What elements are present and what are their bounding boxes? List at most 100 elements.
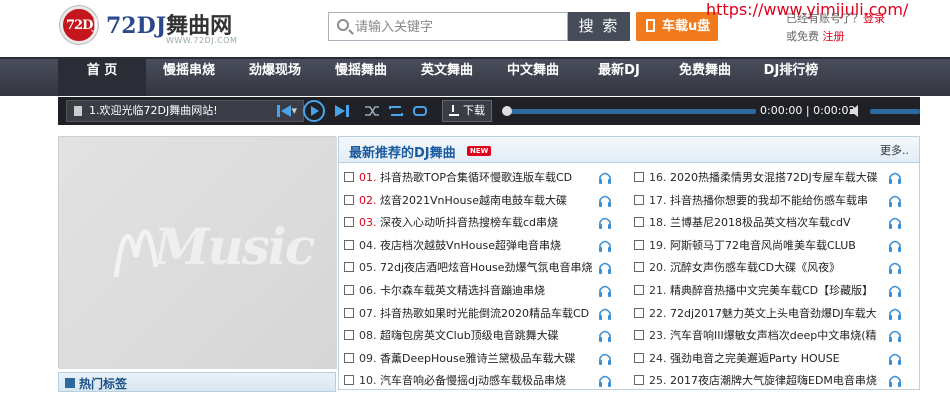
headphone-icon[interactable] (888, 171, 902, 184)
register-link[interactable]: 注册 (823, 30, 845, 43)
track-title[interactable]: 25. 2017夜店潮牌大气旋律超嗨EDM电音串烧 (649, 371, 889, 391)
track-checkbox[interactable] (634, 352, 644, 363)
login-link[interactable]: 登录 (863, 12, 885, 25)
featured-image[interactable]: Music (58, 136, 337, 369)
track-checkbox[interactable] (344, 194, 354, 205)
track-checkbox[interactable] (344, 352, 354, 363)
search-button[interactable]: 搜 索 (568, 12, 630, 41)
headphone-icon[interactable] (598, 307, 612, 320)
track-row[interactable]: 24. 强劲电音之完美邂逅Party HOUSE (629, 348, 919, 370)
nav-item-ranking[interactable]: DJ排行榜 (748, 59, 834, 96)
nav-item-slow-mix[interactable]: 慢摇串烧 (146, 59, 232, 96)
track-row[interactable]: 05. 72dj夜店酒吧炫音House劲爆气氛电音串烧 (339, 257, 629, 279)
track-title[interactable]: 03. 深夜入心动听抖音热搜榜车载cd串烧 (359, 213, 599, 233)
headphone-icon[interactable] (888, 194, 902, 207)
nav-item-free[interactable]: 免费舞曲 (662, 59, 748, 96)
track-checkbox[interactable] (344, 217, 354, 228)
track-row[interactable]: 08. 超嗨包房英文Club顶级电音跳舞大碟 (339, 325, 629, 347)
headphone-icon[interactable] (888, 352, 902, 365)
track-title[interactable]: 09. 香薰DeepHouse雅诗兰黛极品车载大碟 (359, 349, 599, 369)
track-title[interactable]: 08. 超嗨包房英文Club顶级电音跳舞大碟 (359, 326, 599, 346)
track-checkbox[interactable] (344, 375, 354, 386)
headphone-icon[interactable] (888, 329, 902, 343)
track-row[interactable]: 19. 阿斯顿马丁72电音风尚唯美车载CLUB (629, 235, 919, 257)
more-link[interactable]: 更多.. (880, 142, 909, 158)
track-title[interactable]: 05. 72dj夜店酒吧炫音House劲爆气氛电音串烧 (359, 258, 599, 278)
track-checkbox[interactable] (634, 194, 644, 205)
headphone-icon[interactable] (598, 261, 612, 275)
headphone-icon[interactable] (598, 284, 612, 297)
shuffle-icon[interactable] (362, 101, 382, 121)
track-checkbox[interactable] (344, 262, 354, 273)
headphone-icon[interactable] (888, 284, 902, 297)
site-logo[interactable]: 72DJ 72DJ舞曲网 WWW.72DJ.COM (60, 6, 240, 46)
nav-item-latest[interactable]: 最新DJ (576, 59, 662, 96)
track-row[interactable]: 17. 抖音热播你想要的我却不能给伤感车载串 (629, 190, 919, 212)
track-checkbox[interactable] (634, 330, 644, 341)
headphone-icon[interactable] (888, 307, 902, 320)
headphone-icon[interactable] (598, 374, 612, 388)
track-title[interactable]: 22. 72dj2017魅力英文上头电音劲爆DJ车载大 (649, 304, 889, 324)
nav-item-chinese[interactable]: 中文舞曲 (490, 59, 576, 96)
headphone-icon[interactable] (888, 374, 902, 388)
track-checkbox[interactable] (634, 375, 644, 386)
track-title[interactable]: 16. 2020热播柔情男女混搭72DJ专屋车载大碟 (649, 168, 889, 188)
track-checkbox[interactable] (634, 262, 644, 273)
download-button[interactable]: 下载 (442, 100, 492, 122)
headphone-icon[interactable] (888, 239, 902, 252)
progress-bar[interactable] (506, 109, 756, 114)
track-title[interactable]: 19. 阿斯顿马丁72电音风尚唯美车载CLUB (649, 236, 889, 256)
track-checkbox[interactable] (344, 172, 354, 182)
track-row[interactable]: 10. 汽车音响必备慢摇dj动感车载极品串烧 (339, 370, 629, 392)
track-row[interactable]: 22. 72dj2017魅力英文上头电音劲爆DJ车载大 (629, 303, 919, 325)
track-title[interactable]: 20. 沉醉女声伤感车载CD大碟《风夜》 (649, 258, 889, 278)
track-checkbox[interactable] (634, 307, 644, 318)
track-title[interactable]: 04. 夜店档次越鼓VnHouse超弹电音串烧 (359, 236, 599, 256)
headphone-icon[interactable] (888, 261, 902, 275)
track-checkbox[interactable] (344, 307, 354, 318)
track-row[interactable]: 02. 炫音2021VnHouse越南电鼓车载大碟 (339, 190, 629, 212)
track-checkbox[interactable] (344, 330, 354, 341)
headphone-icon[interactable] (598, 239, 612, 252)
headphone-icon[interactable] (598, 171, 612, 184)
track-row[interactable]: 04. 夜店档次越鼓VnHouse超弹电音串烧 (339, 235, 629, 257)
volume-icon[interactable] (850, 105, 860, 117)
track-title[interactable]: 10. 汽车音响必备慢摇dj动感车载极品串烧 (359, 371, 599, 391)
headphone-icon[interactable] (598, 329, 612, 343)
play-icon[interactable] (302, 99, 326, 123)
headphone-icon[interactable] (598, 216, 612, 230)
track-title[interactable]: 02. 炫音2021VnHouse越南电鼓车载大碟 (359, 191, 599, 211)
track-title[interactable]: 23. 汽车音响III爆敏女声档次deep中文串烧(精 (649, 326, 889, 346)
volume-slider[interactable] (870, 109, 920, 114)
track-row[interactable]: 16. 2020热播柔情男女混搭72DJ专屋车载大碟 (629, 167, 919, 189)
track-title[interactable]: 21. 精典醉音热播中文完美车载CD【珍藏版】 (649, 281, 889, 301)
search-input[interactable] (355, 17, 560, 37)
track-row[interactable]: 06. 卡尔森车载英文精选抖音蹦迪串烧 (339, 280, 629, 302)
track-checkbox[interactable] (344, 239, 354, 250)
loop-icon[interactable] (410, 101, 430, 121)
track-row[interactable]: 25. 2017夜店潮牌大气旋律超嗨EDM电音串烧 (629, 370, 919, 392)
previous-icon[interactable] (274, 101, 294, 121)
track-checkbox[interactable] (344, 285, 354, 295)
track-checkbox[interactable] (634, 239, 644, 250)
track-row[interactable]: 20. 沉醉女声伤感车载CD大碟《风夜》 (629, 257, 919, 279)
track-title[interactable]: 07. 抖音热歌如果时光能倒流2020精品车载CD (359, 304, 599, 324)
now-playing-select[interactable]: 1.欢迎光临72DJ舞曲网站! ▾ (66, 100, 304, 122)
track-row[interactable]: 09. 香薰DeepHouse雅诗兰黛极品车载大碟 (339, 348, 629, 370)
headphone-icon[interactable] (598, 352, 612, 365)
progress-handle[interactable] (502, 106, 512, 116)
nav-item-english[interactable]: 英文舞曲 (404, 59, 490, 96)
track-checkbox[interactable] (634, 172, 644, 182)
headphone-icon[interactable] (598, 194, 612, 207)
nav-item-live[interactable]: 劲爆现场 (232, 59, 318, 96)
repeat-icon[interactable] (386, 101, 406, 121)
track-row[interactable]: 03. 深夜入心动听抖音热搜榜车载cd串烧 (339, 212, 629, 234)
headphone-icon[interactable] (888, 216, 902, 230)
track-title[interactable]: 06. 卡尔森车载英文精选抖音蹦迪串烧 (359, 281, 599, 301)
nav-item-slow-dance[interactable]: 慢摇舞曲 (318, 59, 404, 96)
track-title[interactable]: 24. 强劲电音之完美邂逅Party HOUSE (649, 349, 889, 369)
track-title[interactable]: 01. 抖音热歌TOP合集循环慢歌连版车载CD (359, 168, 599, 188)
track-row[interactable]: 01. 抖音热歌TOP合集循环慢歌连版车载CD (339, 167, 629, 189)
track-row[interactable]: 18. 兰博基尼2018极品英文档次车载cdV (629, 212, 919, 234)
track-row[interactable]: 07. 抖音热歌如果时光能倒流2020精品车载CD (339, 303, 629, 325)
